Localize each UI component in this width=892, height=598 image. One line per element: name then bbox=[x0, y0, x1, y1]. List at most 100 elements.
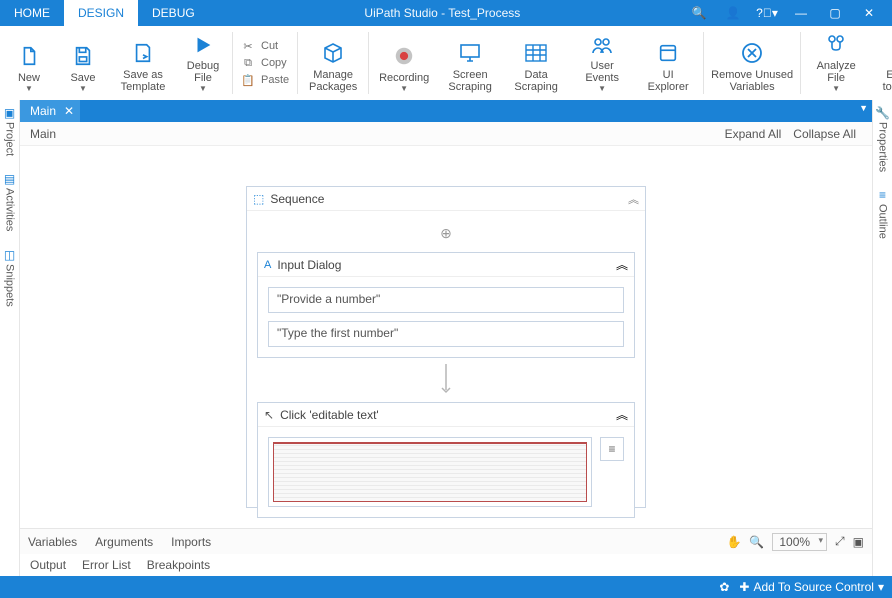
export-excel-button[interactable]: X Export to Excel bbox=[869, 29, 892, 97]
target-screenshot[interactable] bbox=[268, 437, 592, 507]
collapse-icon[interactable]: ︽ bbox=[628, 191, 639, 207]
maximize-icon[interactable]: ▢ bbox=[824, 6, 846, 20]
add-to-source-control-button[interactable]: ✚ Add To Source Control ▾ bbox=[739, 580, 884, 594]
analyze-file-button[interactable]: Analyze File ▼ bbox=[803, 29, 869, 97]
zoom-select[interactable]: 100% bbox=[772, 533, 827, 551]
activities-icon: ▤ bbox=[4, 172, 15, 186]
variables-tab[interactable]: Variables bbox=[28, 535, 77, 549]
paste-icon: 📋 bbox=[241, 74, 255, 87]
arguments-tab[interactable]: Arguments bbox=[95, 535, 153, 549]
close-icon[interactable]: ✕ bbox=[858, 6, 880, 20]
debug-file-button[interactable]: Debug File ▼ bbox=[176, 29, 230, 97]
new-button[interactable]: New ▼ bbox=[2, 29, 56, 97]
dialog-title-field[interactable]: "Provide a number" bbox=[268, 287, 624, 313]
data-scraping-icon bbox=[524, 39, 548, 67]
collapse-icon[interactable]: ︽ bbox=[616, 256, 628, 273]
target-options-icon[interactable]: ≡ bbox=[600, 437, 624, 461]
cut-button[interactable]: ✂Cut bbox=[235, 38, 295, 55]
ui-explorer-button[interactable]: UI Explorer bbox=[635, 29, 701, 97]
paste-button[interactable]: 📋Paste bbox=[235, 72, 295, 89]
pan-icon[interactable]: ✋ bbox=[726, 535, 741, 549]
overview-icon[interactable]: ▣ bbox=[853, 535, 864, 549]
screen-scraping-label: Screen Scraping bbox=[448, 69, 491, 93]
dialog-icon: A bbox=[264, 259, 271, 271]
outline-panel-tab[interactable]: ≡Outline bbox=[877, 182, 889, 249]
user-icon[interactable]: 👤 bbox=[722, 6, 744, 20]
project-icon: ▣ bbox=[4, 106, 15, 120]
save-as-template-label: Save as Template bbox=[121, 69, 166, 93]
close-tab-icon[interactable]: ✕ bbox=[64, 104, 74, 118]
breadcrumb[interactable]: Main bbox=[30, 127, 56, 141]
zoom-icon[interactable]: 🔍 bbox=[749, 535, 764, 549]
data-scraping-label: Data Scraping bbox=[514, 69, 557, 93]
copy-icon: ⧉ bbox=[241, 57, 255, 70]
remove-icon bbox=[740, 39, 764, 67]
dialog-label-field[interactable]: "Type the first number" bbox=[268, 321, 624, 347]
new-icon bbox=[18, 42, 40, 70]
sequence-icon: ⬚ bbox=[253, 192, 264, 206]
record-icon bbox=[393, 42, 415, 70]
click-activity[interactable]: ↖ Click 'editable text' ︽ ≡ bbox=[257, 402, 635, 518]
save-as-template-button[interactable]: Save as Template bbox=[110, 29, 176, 97]
recording-button[interactable]: Recording ▼ bbox=[371, 29, 437, 97]
save-button[interactable]: Save ▼ bbox=[56, 29, 110, 97]
app-title: UiPath Studio - Test_Process bbox=[209, 0, 676, 26]
document-tabstrip: Main ✕ ▼ bbox=[20, 100, 872, 122]
caret-icon: ▼ bbox=[400, 84, 408, 93]
recording-label: Recording bbox=[379, 72, 429, 84]
screen-scraping-button[interactable]: Screen Scraping bbox=[437, 29, 503, 97]
activities-panel-tab[interactable]: ▤Activities bbox=[4, 166, 16, 241]
tab-menu-icon[interactable]: ▼ bbox=[859, 103, 868, 113]
input-dialog-activity[interactable]: A Input Dialog ︽ "Provide a number" "Typ… bbox=[257, 252, 635, 358]
save-icon bbox=[72, 42, 94, 70]
export-excel-label: Export to Excel bbox=[883, 69, 892, 93]
menu-design[interactable]: DESIGN bbox=[64, 0, 138, 26]
user-events-icon bbox=[590, 31, 614, 58]
zoom-controls: ✋ 🔍 100% ⤢ ▣ bbox=[726, 533, 864, 551]
manage-packages-button[interactable]: Manage Packages bbox=[300, 29, 366, 97]
document-tab-main[interactable]: Main ✕ bbox=[20, 100, 80, 122]
menu-home[interactable]: HOME bbox=[0, 0, 64, 26]
minimize-icon[interactable]: — bbox=[790, 6, 812, 20]
collapse-icon[interactable]: ︽ bbox=[616, 406, 628, 423]
imports-tab[interactable]: Imports bbox=[171, 535, 211, 549]
add-activity-icon[interactable]: ⊕ bbox=[440, 219, 452, 252]
right-rail: 🔧Properties ≡Outline bbox=[872, 100, 892, 576]
remove-unused-label: Remove Unused Variables bbox=[711, 69, 793, 93]
user-events-button[interactable]: User Events ▼ bbox=[569, 29, 635, 97]
menu-debug[interactable]: DEBUG bbox=[138, 0, 209, 26]
sequence-activity[interactable]: ⬚ Sequence ︽ ⊕ A Input Dialog ︽ "Provide… bbox=[246, 186, 646, 508]
project-panel-tab[interactable]: ▣Project bbox=[4, 100, 16, 166]
menu-tabs: HOME DESIGN DEBUG bbox=[0, 0, 209, 26]
caret-icon: ▼ bbox=[79, 84, 87, 93]
sequence-title: Sequence bbox=[270, 192, 622, 206]
data-scraping-button[interactable]: Data Scraping bbox=[503, 29, 569, 97]
window-icons: 🔍 👤 ?⃝▾ — ▢ ✕ bbox=[676, 0, 892, 26]
title-bar: HOME DESIGN DEBUG UiPath Studio - Test_P… bbox=[0, 0, 892, 26]
settings-icon[interactable]: ✿ bbox=[719, 580, 729, 594]
left-rail: ▣Project ▤Activities ◫Snippets bbox=[0, 100, 20, 576]
content-area: ▣Project ▤Activities ◫Snippets Main ✕ ▼ … bbox=[0, 100, 892, 576]
caret-icon: ▼ bbox=[25, 84, 33, 93]
breakpoints-tab[interactable]: Breakpoints bbox=[147, 558, 210, 572]
outline-icon: ≡ bbox=[879, 188, 886, 202]
output-tab[interactable]: Output bbox=[30, 558, 66, 572]
snippets-panel-tab[interactable]: ◫Snippets bbox=[4, 242, 16, 317]
properties-panel-tab[interactable]: 🔧Properties bbox=[875, 100, 890, 182]
collapse-all-button[interactable]: Collapse All bbox=[787, 127, 862, 141]
fit-icon[interactable]: ⤢ bbox=[835, 534, 845, 549]
manage-packages-label: Manage Packages bbox=[309, 69, 357, 93]
copy-button[interactable]: ⧉Copy bbox=[235, 55, 295, 72]
designer-canvas[interactable]: ⬚ Sequence ︽ ⊕ A Input Dialog ︽ "Provide… bbox=[20, 146, 872, 528]
remove-unused-button[interactable]: Remove Unused Variables bbox=[706, 29, 798, 97]
error-list-tab[interactable]: Error List bbox=[82, 558, 131, 572]
help-icon[interactable]: ?⃝▾ bbox=[756, 6, 778, 20]
user-events-label: User Events bbox=[585, 60, 619, 84]
template-icon bbox=[132, 39, 154, 67]
expand-all-button[interactable]: Expand All bbox=[719, 127, 788, 141]
caret-icon: ▼ bbox=[199, 84, 207, 93]
snippets-icon: ◫ bbox=[4, 248, 15, 262]
ui-explorer-label: UI Explorer bbox=[648, 69, 689, 93]
properties-icon: 🔧 bbox=[875, 106, 890, 120]
search-icon[interactable]: 🔍 bbox=[688, 6, 710, 20]
